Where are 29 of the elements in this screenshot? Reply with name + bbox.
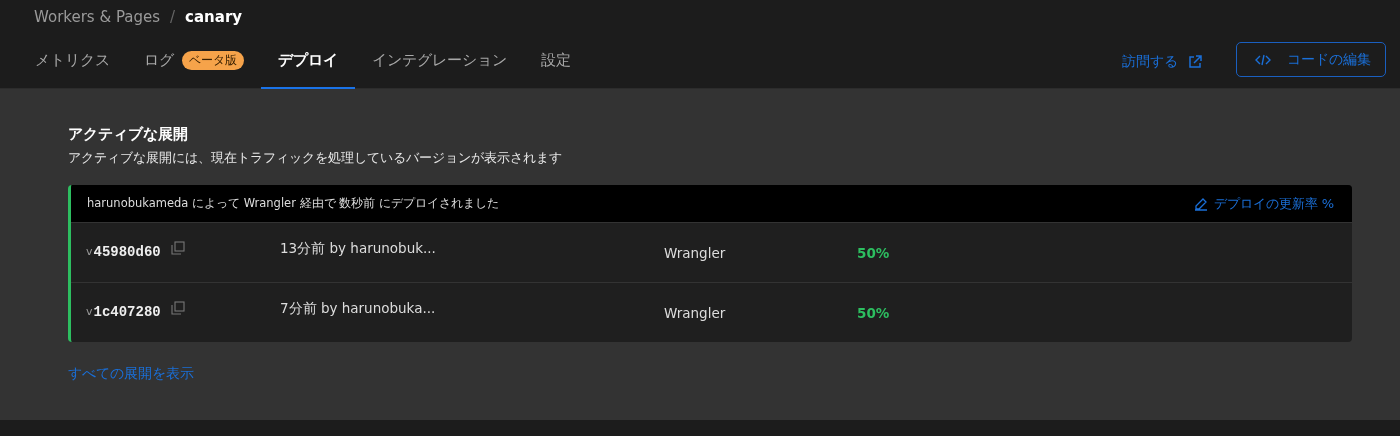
tab[interactable]: ログ ベータ版 xyxy=(127,34,261,89)
version-source: Wrangler xyxy=(664,304,727,321)
tab[interactable]: 設定 xyxy=(524,34,588,89)
tab[interactable]: メトリクス xyxy=(18,34,127,89)
traffic-percentage: 50% xyxy=(857,244,890,261)
version-source: Wrangler xyxy=(664,244,727,261)
version-created: 13分前 by harunobuk... xyxy=(280,239,437,258)
breadcrumb-separator: / xyxy=(170,8,176,26)
visit-link[interactable]: 訪問する xyxy=(1122,52,1202,71)
breadcrumb-link[interactable]: Workers & Pages xyxy=(34,8,161,26)
version-created: 7分前 by harunobuka... xyxy=(280,299,437,318)
traffic-percentage: 50% xyxy=(857,304,890,321)
version-prefix: v xyxy=(86,305,93,318)
tab[interactable]: インテグレーション xyxy=(355,34,524,89)
pencil-icon xyxy=(1193,196,1208,211)
version-prefix: v xyxy=(86,245,93,258)
beta-badge: ベータ版 xyxy=(182,51,244,70)
section-title: アクティブな展開 xyxy=(68,125,189,144)
section-description: アクティブな展開には、現在トラフィックを処理しているバージョンが表示されます xyxy=(68,150,563,167)
external-link-icon xyxy=(1188,54,1202,69)
code-icon xyxy=(1255,52,1271,67)
copy-icon[interactable] xyxy=(170,240,185,255)
edit-code-button[interactable]: コードの編集 xyxy=(1236,42,1386,77)
deployment-summary: harunobukameda によって Wrangler 経由で 数秒前 にデプロイされました xyxy=(87,196,499,211)
copy-icon[interactable] xyxy=(170,300,185,315)
version-id: 45980d60 xyxy=(93,243,161,260)
page-title: canary xyxy=(185,8,243,26)
version-id: 1c407280 xyxy=(93,303,161,320)
edit-rate-link[interactable]: デプロイの更新率 % xyxy=(1193,194,1334,213)
